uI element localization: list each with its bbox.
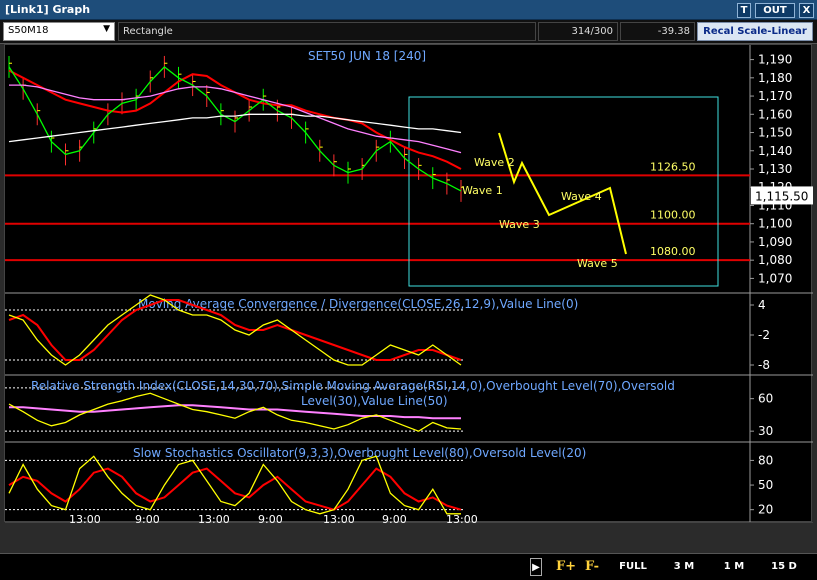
level-label: 1080.00 bbox=[650, 245, 696, 258]
y-tick-label: -8 bbox=[758, 358, 770, 372]
y-tick-label: 1,100 bbox=[758, 217, 792, 231]
t-button[interactable]: T bbox=[737, 3, 751, 18]
y-tick-label: 1,190 bbox=[758, 53, 792, 67]
y-tick-label: 1,180 bbox=[758, 71, 792, 85]
time-label: 13:00 bbox=[323, 513, 355, 523]
bottom-edge bbox=[5, 522, 813, 523]
time-label: 9:00 bbox=[382, 513, 407, 523]
wave-label: Wave 2 bbox=[474, 156, 515, 169]
chart-area[interactable]: 1,1901,1801,1701,1601,1501,1401,1301,120… bbox=[4, 44, 813, 523]
zoom-in-button[interactable]: F+ bbox=[555, 558, 577, 576]
1m-button[interactable]: 1 M bbox=[712, 558, 756, 576]
level-label: 1100.00 bbox=[650, 209, 696, 222]
wave-label: Wave 4 bbox=[561, 190, 602, 203]
zoom-out-button[interactable]: F- bbox=[581, 558, 603, 576]
y-tick-label: 1,160 bbox=[758, 107, 792, 121]
window-titlebar: [Link1] Graph T OUT X bbox=[0, 0, 817, 20]
bottom-toolbar: ▶ F+ F- FULL 3 M 1 M 15 D bbox=[0, 553, 817, 580]
full-button[interactable]: FULL bbox=[611, 558, 655, 576]
indicator-title-cont: Level(30),Value Line(50) bbox=[301, 394, 448, 408]
close-button[interactable]: X bbox=[799, 3, 814, 18]
level-label: 1126.50 bbox=[650, 160, 696, 173]
time-label: 9:00 bbox=[258, 513, 283, 523]
out-button[interactable]: OUT bbox=[755, 3, 795, 18]
toolbar: S50M18 ▼ Rectangle 314/300 -39.38 Recal … bbox=[0, 20, 817, 44]
y-tick-label: 1,150 bbox=[758, 126, 792, 140]
last-price-label: 1,115.50 bbox=[755, 189, 808, 203]
indicator-title: Slow Stochastics Oscillator(9,3,3),Overb… bbox=[133, 446, 586, 460]
time-label: 13:00 bbox=[198, 513, 230, 523]
recal-scale-button[interactable]: Recal Scale-Linear bbox=[697, 22, 813, 41]
y-tick-label: 1,170 bbox=[758, 89, 792, 103]
time-label: 13:00 bbox=[446, 513, 478, 523]
y-tick-label: 80 bbox=[758, 453, 773, 467]
play-icon[interactable]: ▶ bbox=[530, 558, 542, 576]
y-tick-label: 50 bbox=[758, 478, 773, 492]
wave-label: Wave 5 bbox=[577, 257, 618, 270]
y-tick-label: 1,130 bbox=[758, 162, 792, 176]
chart-svg[interactable]: 1,1901,1801,1701,1601,1501,1401,1301,120… bbox=[5, 45, 813, 523]
series-line bbox=[8, 455, 461, 515]
wave-label: Wave 1 bbox=[462, 184, 503, 197]
chart-title: SET50 JUN 18 [240] bbox=[308, 49, 426, 63]
symbol-value: S50M18 bbox=[8, 25, 49, 36]
y-tick-label: -2 bbox=[758, 328, 770, 342]
time-label: 9:00 bbox=[135, 513, 160, 523]
y-tick-label: 1,070 bbox=[758, 271, 792, 285]
15d-button[interactable]: 15 D bbox=[761, 558, 807, 576]
bar-count-field: 314/300 bbox=[538, 22, 618, 41]
y-tick-label: 1,090 bbox=[758, 235, 792, 249]
wave-label: Wave 3 bbox=[499, 218, 540, 231]
time-label: 13:00 bbox=[69, 513, 101, 523]
indicator-title: Relative Strength Index(CLOSE,14,30,70),… bbox=[31, 379, 675, 393]
symbol-select[interactable]: S50M18 ▼ bbox=[3, 22, 115, 41]
y-tick-label: 4 bbox=[758, 298, 766, 312]
y-tick-label: 30 bbox=[758, 424, 773, 438]
y-tick-label: 1,140 bbox=[758, 144, 792, 158]
drawing-tool-field: Rectangle bbox=[118, 22, 536, 41]
dropdown-arrow-icon: ▼ bbox=[103, 24, 110, 34]
change-field: -39.38 bbox=[620, 22, 695, 41]
y-tick-label: 1,080 bbox=[758, 253, 792, 267]
window-title: [Link1] Graph bbox=[5, 3, 91, 16]
3m-button[interactable]: 3 M bbox=[661, 558, 707, 576]
y-tick-label: 60 bbox=[758, 392, 773, 406]
y-tick-label: 20 bbox=[758, 503, 773, 517]
